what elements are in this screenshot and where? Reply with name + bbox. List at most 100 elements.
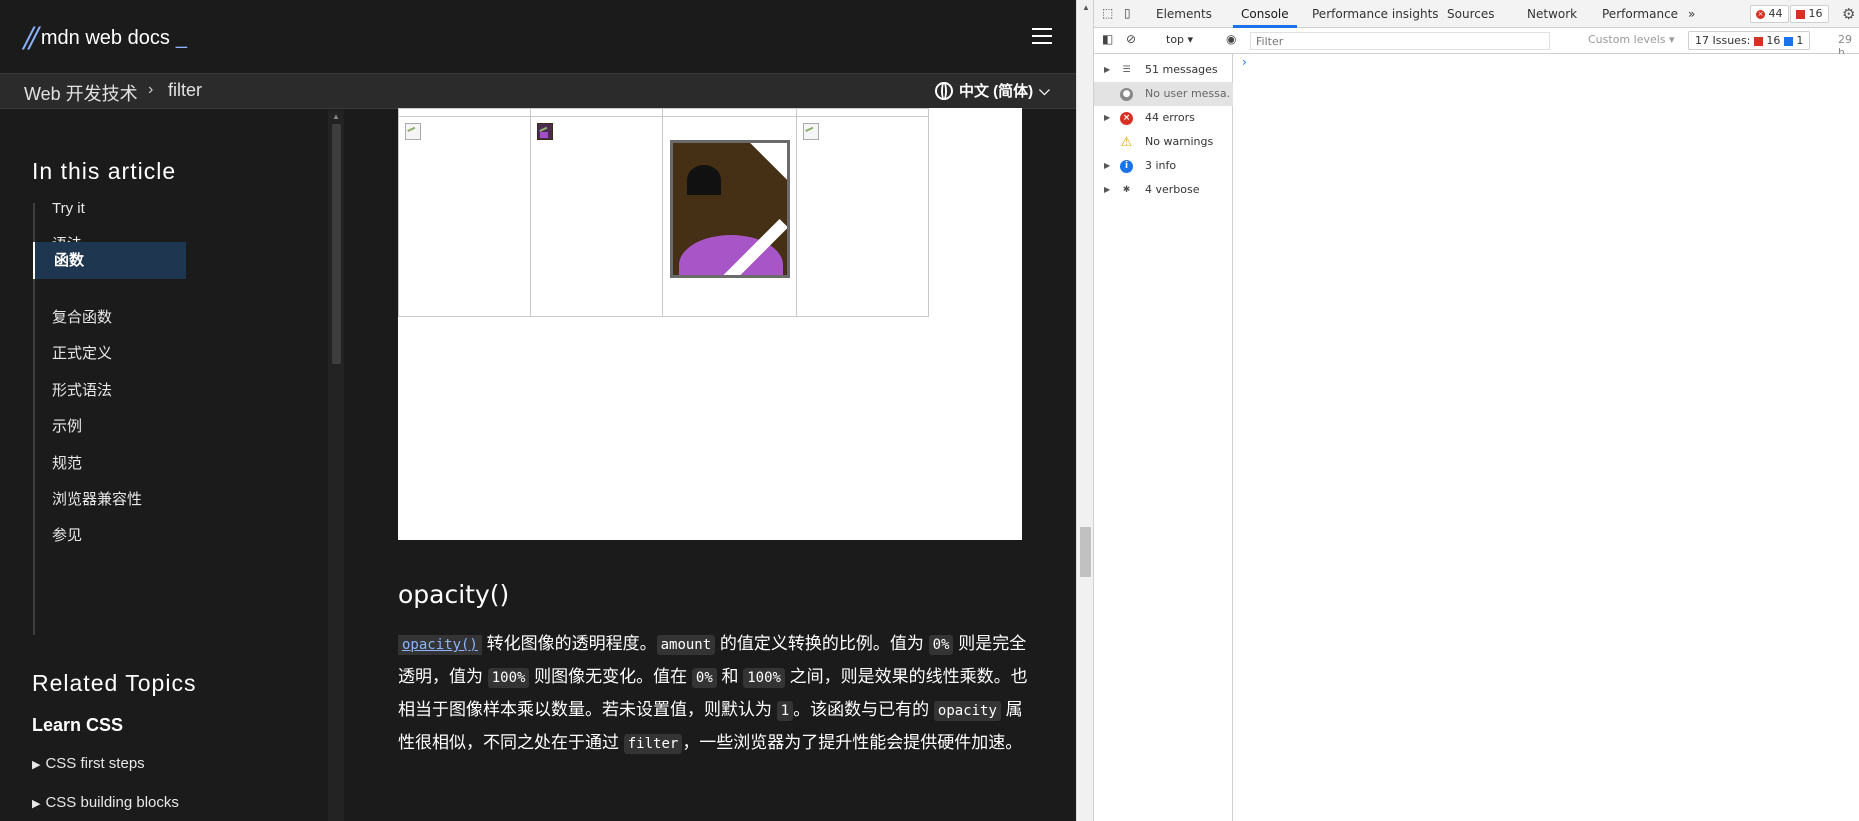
opacity-link[interactable]: opacity() — [398, 635, 482, 655]
expand-triangle-icon: ▶ — [1104, 113, 1111, 122]
log-levels-dropdown[interactable]: Custom levels ▾ — [1588, 33, 1675, 46]
expand-triangle-icon: ▶ — [1104, 185, 1111, 194]
context-selector[interactable]: top ▾ — [1166, 33, 1193, 46]
tab-console[interactable]: Console — [1241, 7, 1289, 21]
section-heading: opacity() — [398, 580, 510, 609]
demo-frame — [398, 108, 1022, 540]
issues-button[interactable]: 17 Issues: 16 1 — [1688, 31, 1811, 50]
inspect-element-icon[interactable]: ⬚ — [1102, 6, 1117, 21]
code-filter: filter — [623, 734, 683, 754]
sidebar-item-label: 51 messages — [1145, 63, 1218, 76]
logo-cursor: _ — [175, 26, 187, 49]
code-0-percent: 0% — [691, 668, 717, 688]
warning-icon: ⚠ — [1120, 135, 1133, 150]
clear-console-icon[interactable]: ⊘ — [1126, 32, 1141, 47]
main-content: opacity() opacity() 转化图像的透明程度。 amount 的值定… — [344, 108, 1076, 821]
language-switcher[interactable]: 中文 (简体) ⌵ — [935, 80, 1050, 101]
table-cell — [662, 116, 797, 317]
breadcrumb-filter[interactable]: filter — [168, 80, 202, 101]
sidebar-item-messages[interactable]: ▶ ☰ 51 messages — [1094, 58, 1233, 82]
related-topics-title: Related Topics — [32, 670, 197, 696]
tab-performance[interactable]: Performance — [1602, 7, 1678, 21]
table-cell — [796, 116, 929, 317]
table-row — [398, 108, 929, 117]
broken-image-icon — [405, 123, 421, 140]
devtools-panel: ⬚ ▯ Elements Console Performance insight… — [1094, 0, 1859, 821]
tab-network[interactable]: Network — [1527, 7, 1577, 21]
chevron-down-icon: ⌵ — [1039, 82, 1050, 98]
sidebar-item-verbose[interactable]: ▶ ✱ 4 verbose — [1094, 178, 1233, 202]
tab-performance-insights[interactable]: Performance insights — [1312, 7, 1439, 21]
sidebar-item-info[interactable]: ▶ i 3 info — [1094, 154, 1233, 178]
list-icon: ☰ — [1122, 65, 1131, 75]
console-output[interactable]: › — [1234, 54, 1859, 821]
code-100-percent: 100% — [743, 668, 785, 688]
sidebar-item-user-messages[interactable]: ● No user messa... — [1094, 82, 1233, 106]
expand-triangle-icon: ▶ — [1104, 65, 1111, 74]
sidebar-scroll-thumb[interactable] — [332, 124, 341, 364]
sidebar-toggle-icon[interactable]: ◧ — [1102, 32, 1117, 47]
related-item-label: CSS building blocks — [45, 794, 179, 811]
scroll-up-icon[interactable]: ▲ — [1082, 3, 1090, 12]
scroll-up-icon[interactable]: ▲ — [332, 112, 340, 121]
gear-icon[interactable]: ⚙ — [1842, 5, 1855, 23]
language-label: 中文 (简体) — [959, 83, 1034, 100]
globe-icon — [935, 81, 953, 100]
breadcrumb-web-tech[interactable]: Web 开发技术 — [24, 80, 138, 106]
broken-image-icon — [803, 123, 819, 140]
hamburger-menu-icon[interactable] — [1032, 28, 1052, 44]
tab-elements[interactable]: Elements — [1156, 7, 1212, 21]
error-count-badge[interactable]: × 44 — [1750, 5, 1789, 23]
expand-triangle-icon: ▶ — [1104, 161, 1111, 170]
table-cell — [398, 116, 531, 317]
filtered-sample-image — [670, 140, 790, 278]
console-toolbar: ◧ ⊘ top ▾ ◉ Custom levels ▾ 17 Issues: 1… — [1094, 28, 1859, 59]
eye-icon[interactable]: ◉ — [1226, 32, 1241, 47]
logo-text: mdn web docs — [40, 26, 170, 49]
related-item-label: CSS first steps — [45, 755, 145, 772]
toc-item-functions[interactable]: 函数 — [33, 242, 186, 279]
filter-input[interactable] — [1250, 32, 1550, 50]
sidebar-item-warnings[interactable]: ⚠ No warnings — [1094, 130, 1233, 154]
sidebar-item-label: 44 errors — [1145, 111, 1195, 124]
issue-count-badge[interactable]: 16 — [1790, 5, 1829, 23]
section-paragraph: opacity() 转化图像的透明程度。 amount 的值定义转换的比例。值为 … — [398, 634, 1028, 754]
sidebar-item-label: 3 info — [1145, 159, 1177, 172]
code-amount: amount — [656, 635, 716, 655]
sidebar-item-errors[interactable]: ▶ × 44 errors — [1094, 106, 1233, 130]
sidebar-item-label: No warnings — [1145, 135, 1214, 148]
tab-sources[interactable]: Sources — [1447, 7, 1494, 21]
bug-icon: ✱ — [1122, 185, 1131, 195]
related-item-building-blocks[interactable]: ▶ CSS building blocks — [32, 794, 179, 811]
expand-triangle-icon: ▶ — [32, 759, 41, 771]
device-toolbar-icon[interactable]: ▯ — [1124, 6, 1139, 21]
breadcrumb-separator-icon: › — [148, 81, 154, 98]
code-0-percent: 0% — [928, 635, 954, 655]
page-scrollbar[interactable]: ▲ — [1076, 0, 1093, 821]
error-icon: × — [1756, 9, 1765, 19]
sidebar-item-label: No user messa... — [1145, 87, 1231, 100]
flag-icon — [1796, 9, 1805, 19]
expand-triangle-icon: ▶ — [32, 798, 41, 810]
user-icon: ● — [1120, 88, 1133, 101]
toc-item-see-also[interactable]: 参见 — [33, 514, 186, 557]
toc-title: In this article — [32, 158, 177, 184]
mdn-logo[interactable]: // mdn web docs _ — [24, 24, 187, 52]
devtools-tabbar: ⬚ ▯ Elements Console Performance insight… — [1094, 0, 1859, 28]
more-tabs-icon[interactable]: » — [1688, 7, 1695, 21]
flag-icon — [1753, 36, 1763, 46]
demo-table — [398, 108, 929, 317]
error-icon: × — [1120, 112, 1133, 125]
console-sidebar: ▶ ☰ 51 messages ● No user messa... ▶ × 4… — [1094, 54, 1233, 821]
mdn-logo-icon: // — [24, 21, 39, 54]
top-header: // mdn web docs _ — [0, 0, 1076, 73]
code-100-percent: 100% — [487, 668, 530, 688]
sidebar: In this article Try it 语法 函数 复合函数 正式定义 形… — [6, 110, 328, 821]
console-prompt-icon[interactable]: › — [1242, 55, 1247, 69]
mdn-page: // mdn web docs _ Web 开发技术 › filter 中文 (… — [0, 0, 1076, 821]
table-row — [398, 116, 929, 317]
related-item-first-steps[interactable]: ▶ CSS first steps — [32, 755, 145, 772]
sidebar-scrollbar[interactable]: ▲ — [328, 110, 344, 821]
page-scroll-thumb[interactable] — [1080, 527, 1091, 577]
learn-css-heading[interactable]: Learn CSS — [32, 715, 123, 736]
